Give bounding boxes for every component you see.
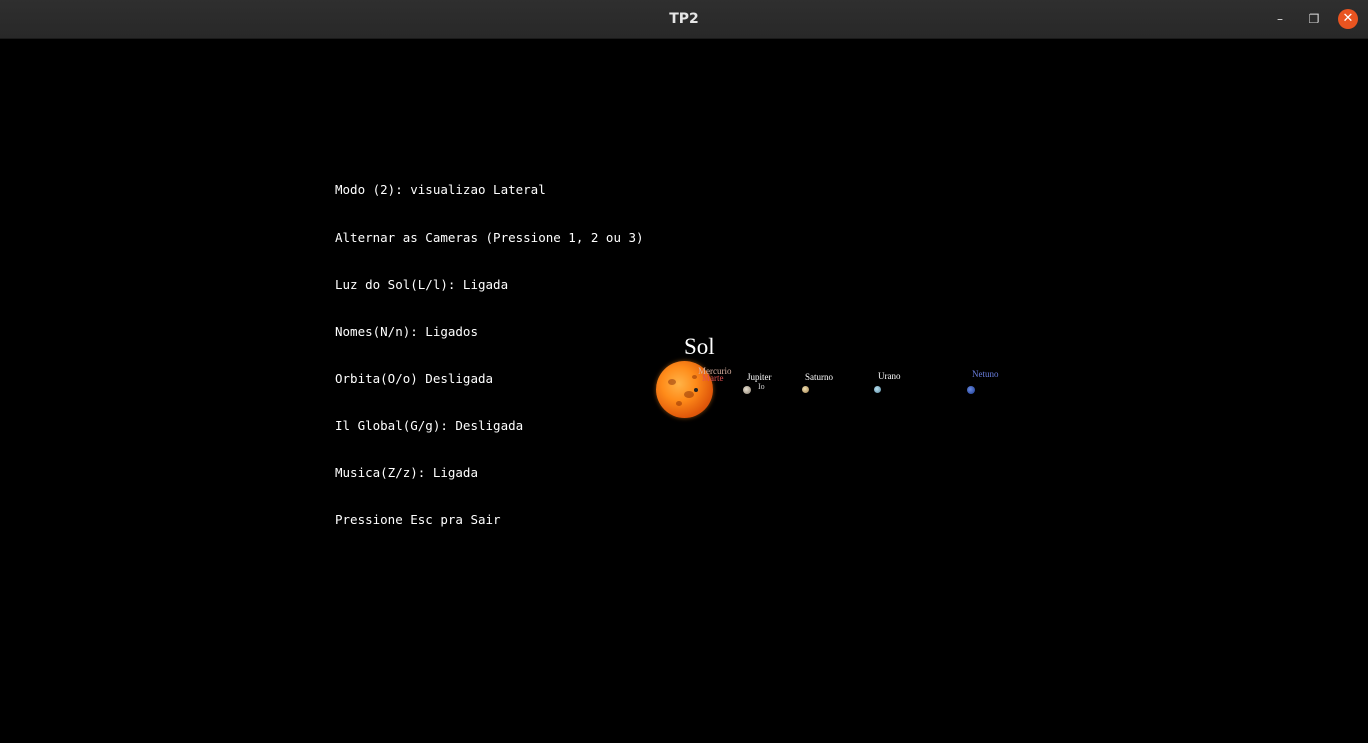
info-line-orbit: Orbita(O/o) Desligada — [335, 370, 494, 386]
info-line-mode: Modo (2): visualizao Lateral — [335, 182, 546, 198]
netuno-planet — [967, 386, 975, 394]
maximize-button[interactable]: ❐ — [1304, 9, 1324, 29]
info-panel: Modo (2): visualizao Lateral Alternar as… — [335, 151, 644, 559]
minimize-button[interactable]: – — [1270, 9, 1290, 29]
saturno-label: Saturno — [805, 372, 833, 382]
urano-label: Urano — [878, 371, 901, 381]
info-line-sunlight: Luz do Sol(L/l): Ligada — [335, 276, 509, 292]
info-line-exit: Pressione Esc pra Sair — [335, 512, 501, 528]
marte-label: Marte — [702, 373, 724, 383]
jupiter-label: Jupiter — [747, 372, 772, 382]
netuno-label: Netuno — [972, 369, 999, 379]
opengl-canvas[interactable]: Modo (2): visualizao Lateral Alternar as… — [1, 39, 1367, 742]
close-button[interactable]: ✕ — [1338, 9, 1358, 29]
sun-label: Sol — [684, 334, 715, 359]
window-titlebar[interactable]: TP2 – ❐ ✕ — [0, 0, 1368, 39]
info-line-names: Nomes(N/n): Ligados — [335, 323, 478, 339]
info-line-music: Musica(Z/z): Ligada — [335, 465, 478, 481]
info-line-global-light: Il Global(G/g): Desligada — [335, 417, 524, 433]
jupiter-planet — [743, 386, 751, 394]
saturno-planet — [802, 386, 809, 393]
window-title: TP2 — [669, 11, 699, 27]
urano-planet — [874, 386, 881, 393]
mercurio-planet — [694, 388, 698, 392]
io-label: Io — [758, 382, 765, 391]
info-line-cameras: Alternar as Cameras (Pressione 1, 2 ou 3… — [335, 229, 644, 245]
